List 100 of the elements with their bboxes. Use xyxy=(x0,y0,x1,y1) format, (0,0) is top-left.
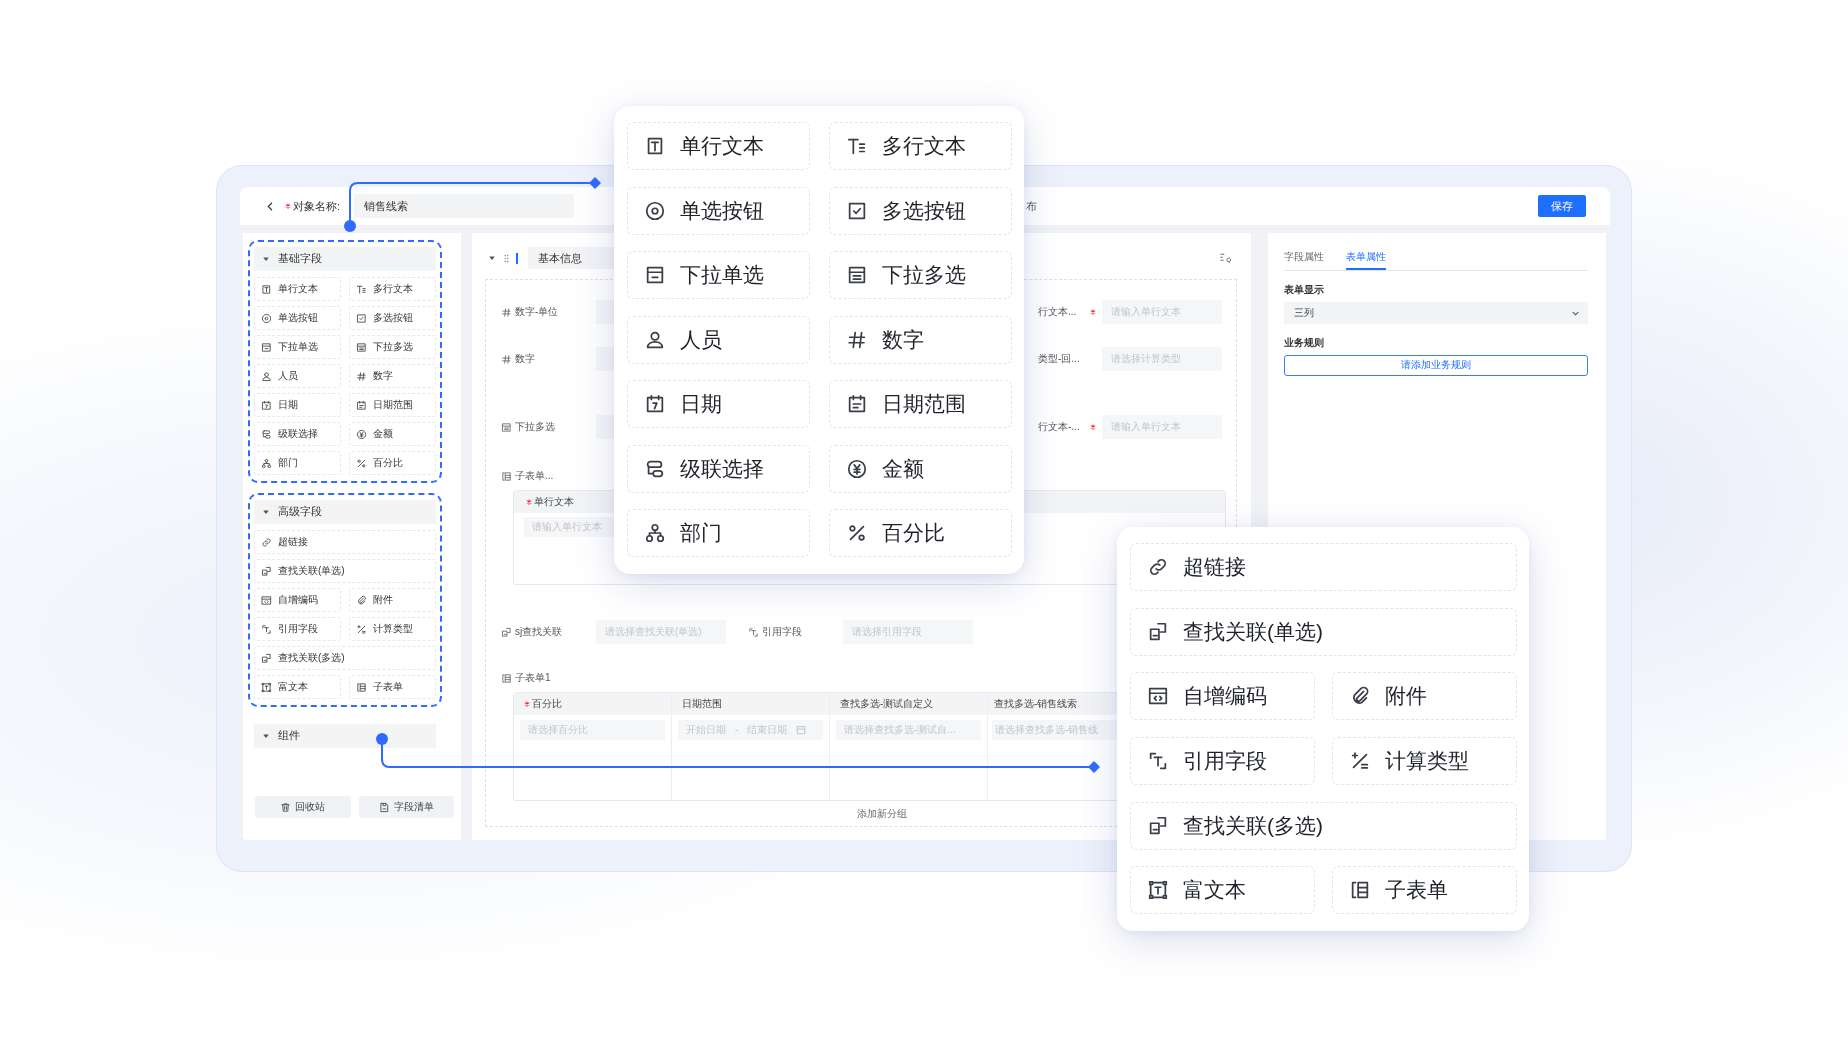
field-type-item[interactable]: 金额 xyxy=(829,444,1012,493)
footer-button[interactable]: 字段清单 xyxy=(358,796,454,818)
field-type-item[interactable]: 下拉单选 xyxy=(254,335,341,359)
field-type-item[interactable]: 数字 xyxy=(829,315,1012,364)
field-type-item[interactable]: 查找关联(单选) xyxy=(254,559,436,583)
document-icon xyxy=(378,801,390,813)
field-name: 行文本-... xyxy=(1037,420,1081,434)
column-title: 日期范围 xyxy=(682,697,722,711)
field-type-item[interactable]: 下拉多选 xyxy=(829,251,1012,300)
add-group-link[interactable]: 添加新分组 xyxy=(816,807,907,821)
group-header-bar[interactable]: 基础字段 xyxy=(254,247,436,271)
property-label: 业务规则 xyxy=(1284,337,1325,350)
field-type-item[interactable]: 子表单 xyxy=(349,675,436,699)
field-type-item[interactable]: 超链接 xyxy=(1130,543,1517,591)
object-name-label: 对象名称: xyxy=(293,198,341,214)
cascade-icon xyxy=(261,428,272,440)
field-name: 引用字段 xyxy=(762,625,802,639)
field-type-item[interactable]: 人员 xyxy=(627,315,810,364)
code-window-icon xyxy=(261,594,272,606)
search-list-icon[interactable] xyxy=(1219,252,1231,264)
hash-icon xyxy=(501,353,512,365)
field-type-item[interactable]: 子表单 xyxy=(1332,866,1517,915)
list-box-icon xyxy=(501,421,512,433)
subform-name: 子表单... xyxy=(515,469,554,483)
calendar-icon xyxy=(356,399,367,411)
formula-icon xyxy=(356,623,367,635)
bracket-text-icon xyxy=(261,623,272,635)
link-icon xyxy=(261,536,272,548)
column-title: 单行文本 xyxy=(534,495,574,509)
caret-icon[interactable] xyxy=(488,254,496,262)
field-type-item[interactable]: 查找关联(多选) xyxy=(1130,801,1517,850)
field-name: 行文本... xyxy=(1037,305,1078,319)
field-type-item[interactable]: 引用字段 xyxy=(254,617,341,641)
field-type-item[interactable]: 附件 xyxy=(349,588,436,612)
stacked-cards-icon xyxy=(1147,620,1169,643)
hash-icon xyxy=(356,370,367,382)
field-type-item[interactable]: 附件 xyxy=(1332,672,1517,721)
field-type-item[interactable]: 下拉单选 xyxy=(627,251,810,300)
dropdown-icon xyxy=(261,341,272,353)
group-header-bar[interactable]: 组件 xyxy=(254,724,436,748)
field-type-item[interactable]: 超链接 xyxy=(254,530,436,554)
field-type-item[interactable]: 多行文本 xyxy=(829,122,1012,170)
footer-button[interactable]: 回收站 xyxy=(255,796,351,818)
field-type-item[interactable]: 单选按钮 xyxy=(254,306,341,330)
field-type-item[interactable]: 富文本 xyxy=(254,675,341,699)
field-type-item[interactable]: 数字 xyxy=(349,364,436,388)
field-type-item[interactable]: 金额 xyxy=(349,422,436,446)
required-asterisk-icon xyxy=(524,701,530,707)
field-type-item[interactable]: 部门 xyxy=(254,451,341,475)
group-title: 高级字段 xyxy=(278,505,322,519)
bracket-text-icon xyxy=(748,626,759,638)
field-type-item[interactable]: 下拉多选 xyxy=(349,335,436,359)
field-type-item[interactable]: 级联选择 xyxy=(627,444,810,493)
field-type-item[interactable]: 百分比 xyxy=(829,509,1012,558)
publish-label[interactable]: 布 xyxy=(1026,198,1038,214)
stacked-cards-icon xyxy=(261,565,272,577)
drag-handle-icon[interactable] xyxy=(504,253,509,263)
field-type-item[interactable]: 日期范围 xyxy=(349,393,436,417)
table-columns-icon xyxy=(356,681,367,693)
field-name: 类型-回... xyxy=(1037,352,1081,366)
field-name: 数字 xyxy=(515,352,535,366)
formula-icon xyxy=(1349,750,1371,772)
group-header-bar[interactable]: 高级字段 xyxy=(254,500,436,524)
field-type-item[interactable]: 单行文本 xyxy=(254,277,341,301)
range-separator: - xyxy=(735,723,739,737)
field-type-item[interactable]: 多行文本 xyxy=(349,277,436,301)
checkbox-icon xyxy=(356,312,367,324)
field-type-item[interactable]: 部门 xyxy=(627,509,810,558)
field-type-item[interactable]: 查找关联(多选) xyxy=(254,646,436,670)
add-rule-button[interactable]: 请添加业务规则 xyxy=(1284,355,1588,376)
required-asterisk-icon xyxy=(526,499,532,505)
tab[interactable]: 表单属性 xyxy=(1346,246,1386,270)
field-type-item[interactable]: 查找关联(单选) xyxy=(1130,607,1517,656)
field-type-item[interactable]: 计算类型 xyxy=(349,617,436,641)
field-name: 下拉多选 xyxy=(515,420,555,434)
field-type-item[interactable]: 日期 xyxy=(627,380,810,429)
text-lines-icon xyxy=(356,283,367,295)
field-type-item[interactable]: 自增编码 xyxy=(1130,672,1315,721)
stacked-cards-icon xyxy=(261,652,272,664)
tab[interactable]: 字段属性 xyxy=(1284,246,1324,270)
save-button[interactable]: 保存 xyxy=(1538,195,1586,217)
field-type-item[interactable]: 日期 xyxy=(254,393,341,417)
back-icon[interactable] xyxy=(266,200,275,212)
object-name-field[interactable]: 销售线索 xyxy=(354,194,575,218)
field-type-item[interactable]: 百分比 xyxy=(349,451,436,475)
field-type-item[interactable]: 引用字段 xyxy=(1130,737,1315,785)
field-type-item[interactable]: 单选按钮 xyxy=(627,186,810,235)
field-type-item[interactable]: 自增编码 xyxy=(254,588,341,612)
field-type-item[interactable]: 多选按钮 xyxy=(349,306,436,330)
field-type-item[interactable]: 富文本 xyxy=(1130,866,1315,915)
field-type-item[interactable]: 单行文本 xyxy=(627,122,810,170)
field-type-item[interactable]: 日期范围 xyxy=(829,380,1012,429)
field-name: sj查找关联 xyxy=(515,625,563,639)
paperclip-icon xyxy=(356,594,367,606)
field-type-item[interactable]: 级联选择 xyxy=(254,422,341,446)
field-type-item[interactable]: 人员 xyxy=(254,364,341,388)
column-title: 查找多选-销售线索 xyxy=(994,697,1078,711)
field-type-item[interactable]: 多选按钮 xyxy=(829,186,1012,235)
field-type-item[interactable]: 计算类型 xyxy=(1332,737,1517,785)
display-select[interactable]: 三列 xyxy=(1284,302,1588,324)
